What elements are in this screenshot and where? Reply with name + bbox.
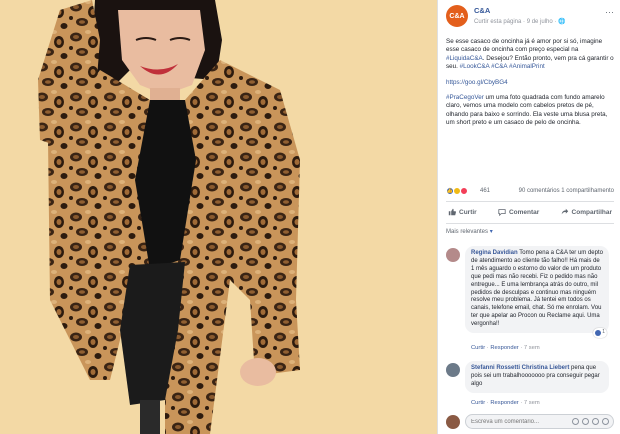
comment-icon (498, 209, 506, 216)
separator: · (520, 345, 523, 351)
like-button[interactable]: Curtir (446, 208, 479, 216)
page-name-link[interactable]: C&A (474, 6, 490, 15)
comment-composer (446, 414, 614, 430)
thumbs-up-icon (448, 208, 456, 216)
page-avatar[interactable]: C&A (446, 5, 468, 27)
love-reaction-icon (460, 187, 468, 195)
comment-timestamp[interactable]: 7 sem (524, 345, 540, 351)
share-icon (561, 208, 568, 215)
model-in-leopard-coat-image (38, 0, 300, 434)
comment-button[interactable]: Comentar (496, 208, 541, 216)
comment-item: Stefanni Rossetti Christina Liebert pena… (446, 361, 614, 411)
composer-icons (572, 418, 609, 425)
caption-paragraph: #PraCegoVer um uma foto quadrada com fun… (446, 94, 614, 128)
hashtags-link[interactable]: #LookC&A #C&A #AnimalPrint (460, 63, 545, 70)
gif-icon[interactable] (592, 418, 599, 425)
emoji-icon[interactable] (572, 418, 579, 425)
share-button[interactable]: Compartilhar (559, 208, 614, 216)
comment-timestamp[interactable]: 7 sem (524, 400, 540, 406)
caption-paragraph: https://goo.gl/CbyBG4 (446, 79, 614, 87)
comment-bubble: Regina Davidian Tomo pena a C&A ter um d… (465, 246, 609, 339)
comment-actions: Curtir · Responder · 7 sem (471, 345, 540, 351)
divider (446, 223, 614, 224)
post-caption: Se esse casaco de oncinha já é amor por … (446, 38, 614, 135)
reactions-bar: 👍 461 90 comentários 1 compartilhamento (446, 186, 614, 198)
divider (446, 201, 614, 202)
camera-icon[interactable] (582, 418, 589, 425)
separator: · (520, 400, 523, 406)
reaction-count[interactable]: 461 (480, 188, 490, 194)
post-header: C&A C&A Curtir esta página · 9 de julho … (446, 5, 614, 31)
comment-like-count: 1 (602, 329, 605, 336)
comment-label: Comentar (508, 208, 540, 216)
more-options-button[interactable]: ··· (605, 7, 614, 17)
hashtag-pracegover-link[interactable]: #PraCegoVer (446, 94, 484, 101)
product-url-link[interactable]: https://goo.gl/CbyBG4 (446, 79, 508, 86)
comment-like-link[interactable]: Curtir (471, 345, 485, 351)
share-label: Compartilhar (571, 208, 612, 216)
comment-actions: Curtir · Responder · 7 sem (471, 400, 540, 406)
comment-author-link[interactable]: Regina Davidian (471, 250, 518, 256)
post-meta: Curtir esta página · 9 de julho · 🌐 (474, 19, 566, 25)
separator: · (486, 345, 489, 351)
comment-like-badge[interactable]: 1 (593, 328, 607, 339)
caption-text: Se esse casaco de oncinha já é amor por … (446, 38, 603, 54)
post-sidebar: C&A C&A Curtir esta página · 9 de julho … (437, 0, 620, 434)
comment-reply-link[interactable]: Responder (490, 400, 518, 406)
caption-paragraph: Se esse casaco de oncinha já é amor por … (446, 38, 614, 72)
comments-shares-count[interactable]: 90 comentários 1 compartilhamento (519, 188, 614, 194)
hashtag-liquida-link[interactable]: #LiquidaC&A (446, 55, 483, 62)
like-label: Curtir (459, 208, 477, 216)
comment-text: Tomo pena a C&A ter um depto de atendime… (471, 250, 603, 328)
sticker-icon[interactable] (602, 418, 609, 425)
commenter-avatar[interactable] (446, 248, 460, 262)
current-user-avatar[interactable] (446, 415, 460, 429)
comment-like-link[interactable]: Curtir (471, 400, 485, 406)
post-photo[interactable] (0, 0, 437, 434)
comment-bubble: Stefanni Rossetti Christina Liebert pena… (465, 361, 609, 393)
like-reaction-icon (595, 330, 602, 337)
comment-sort-label: Mais relevantes (446, 229, 489, 235)
reaction-icons[interactable]: 👍 (446, 187, 468, 195)
post-actions: Curtir Comentar Compartilhar (446, 204, 614, 220)
comment-reply-link[interactable]: Responder (490, 345, 518, 351)
separator: · (486, 400, 489, 406)
commenter-avatar[interactable] (446, 363, 460, 377)
comment-sort-dropdown[interactable]: Mais relevantes ▾ (446, 228, 493, 235)
comment-item: Regina Davidian Tomo pena a C&A ter um d… (446, 246, 614, 358)
chevron-down-icon: ▾ (489, 229, 493, 235)
comment-author-link[interactable]: Stefanni Rossetti Christina Liebert (471, 365, 569, 371)
